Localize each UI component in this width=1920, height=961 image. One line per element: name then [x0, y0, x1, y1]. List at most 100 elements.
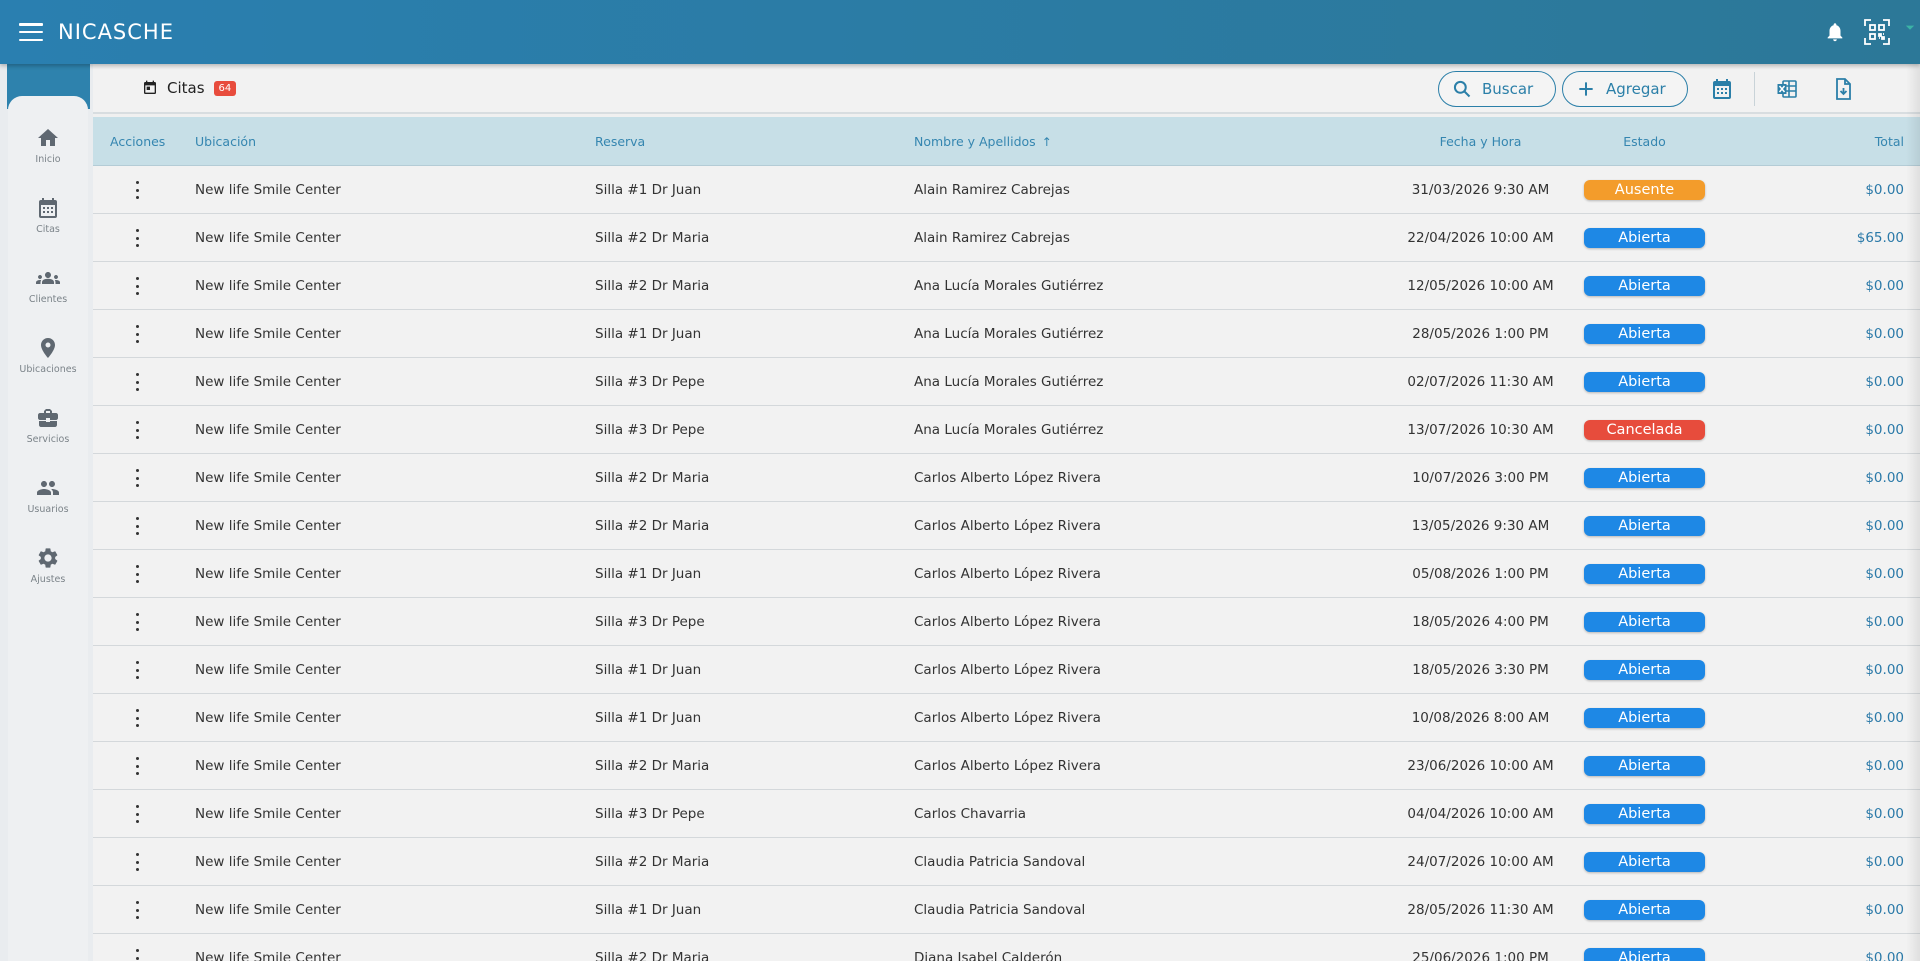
status-badge[interactable]: Abierta [1584, 516, 1705, 536]
row-actions-menu-icon[interactable] [135, 613, 139, 631]
row-actions-menu-icon[interactable] [135, 853, 139, 871]
sidebar-item-citas[interactable]: Citas [8, 196, 88, 256]
table-row[interactable]: New life Smile Center Silla #2 Dr Maria An… [93, 262, 1920, 310]
row-actions-menu-icon[interactable] [135, 325, 139, 343]
table-row[interactable]: New life Smile Center Silla #2 Dr Maria Ca… [93, 454, 1920, 502]
status-badge[interactable]: Ausente [1584, 180, 1705, 200]
user-menu[interactable] [1900, 0, 1920, 64]
table-row[interactable]: New life Smile Center Silla #2 Dr Maria Cl… [93, 838, 1920, 886]
calendar-view-icon[interactable] [1710, 77, 1734, 101]
sidebar-item-usuarios[interactable]: Usuarios [8, 476, 88, 536]
sidebar-item-inicio[interactable]: Inicio [8, 126, 88, 186]
status-badge[interactable]: Abierta [1584, 852, 1705, 872]
status-badge[interactable]: Abierta [1584, 276, 1705, 296]
sidebar-item-ubicaciones[interactable]: Ubicaciones [8, 336, 88, 396]
status-badge[interactable]: Abierta [1584, 468, 1705, 488]
status-badge[interactable]: Abierta [1584, 756, 1705, 776]
column-header-datetime[interactable]: Fecha y Hora [1393, 117, 1568, 166]
status-badge[interactable]: Cancelada [1584, 420, 1705, 440]
status-badge[interactable]: Abierta [1584, 228, 1705, 248]
cell-total: $0.00 [1865, 710, 1904, 726]
table-row[interactable]: New life Smile Center Silla #2 Dr Maria Al… [93, 214, 1920, 262]
sidebar-item-clientes[interactable]: Clientes [8, 266, 88, 326]
table-row[interactable]: New life Smile Center Silla #1 Dr Juan Car… [93, 646, 1920, 694]
sidebar-item-ajustes[interactable]: Ajustes [8, 546, 88, 606]
status-badge[interactable]: Abierta [1584, 564, 1705, 584]
status-badge[interactable]: Abierta [1584, 948, 1705, 961]
calendar-icon [39, 198, 57, 218]
cell-location: New life Smile Center [195, 470, 341, 486]
table-row[interactable]: New life Smile Center Silla #3 Dr Pepe Ana… [93, 406, 1920, 454]
sidebar-item-label: Citas [36, 224, 60, 235]
row-actions-menu-icon[interactable] [135, 517, 139, 535]
table-row[interactable]: New life Smile Center Silla #1 Dr Juan Car… [93, 550, 1920, 598]
excel-export-icon[interactable] [1775, 77, 1799, 101]
column-header-total[interactable]: Total [1875, 117, 1904, 166]
briefcase-icon [38, 409, 58, 427]
search-button-label: Buscar [1482, 80, 1534, 98]
table-row[interactable]: New life Smile Center Silla #3 Dr Pepe Car… [93, 598, 1920, 646]
table-row[interactable]: New life Smile Center Silla #3 Dr Pepe Car… [93, 790, 1920, 838]
column-header-booking[interactable]: Reserva [595, 117, 645, 166]
menu-icon[interactable] [19, 23, 43, 41]
row-actions-menu-icon[interactable] [135, 469, 139, 487]
row-actions-menu-icon[interactable] [135, 901, 139, 919]
table-row[interactable]: New life Smile Center Silla #1 Dr Juan Ana… [93, 310, 1920, 358]
bell-icon[interactable] [1824, 21, 1846, 43]
row-actions-menu-icon[interactable] [135, 277, 139, 295]
row-actions-menu-icon[interactable] [135, 373, 139, 391]
cell-datetime: 10/07/2026 3:00 PM [1412, 470, 1549, 486]
row-actions-menu-icon[interactable] [135, 181, 139, 199]
status-badge[interactable]: Abierta [1584, 708, 1705, 728]
column-header-location[interactable]: Ubicación [195, 117, 256, 166]
qr-scan-icon[interactable] [1864, 19, 1890, 45]
cell-datetime: 22/04/2026 10:00 AM [1407, 230, 1554, 246]
table-row[interactable]: New life Smile Center Silla #3 Dr Pepe Ana… [93, 358, 1920, 406]
cell-booking: Silla #3 Dr Pepe [595, 422, 705, 438]
cell-location: New life Smile Center [195, 422, 341, 438]
clients-icon [36, 272, 60, 284]
cell-location: New life Smile Center [195, 230, 341, 246]
row-actions-menu-icon[interactable] [135, 805, 139, 823]
cell-total: $0.00 [1865, 662, 1904, 678]
column-header-name[interactable]: Nombre y Apellidos ↑ [914, 117, 1052, 166]
cell-name: Carlos Alberto López Rivera [914, 470, 1101, 486]
add-button[interactable]: Agregar [1562, 71, 1688, 107]
column-header-name-label: Nombre y Apellidos [914, 134, 1036, 149]
column-header-status[interactable]: Estado [1584, 117, 1705, 166]
cell-location: New life Smile Center [195, 854, 341, 870]
cell-location: New life Smile Center [195, 950, 341, 961]
search-button[interactable]: Buscar [1438, 71, 1556, 107]
cell-booking: Silla #3 Dr Pepe [595, 806, 705, 822]
column-header-actions: Acciones [110, 134, 166, 149]
status-badge[interactable]: Abierta [1584, 804, 1705, 824]
table-row[interactable]: New life Smile Center Silla #1 Dr Juan Car… [93, 694, 1920, 742]
sidebar-item-servicios[interactable]: Servicios [8, 406, 88, 466]
status-badge[interactable]: Abierta [1584, 324, 1705, 344]
status-badge[interactable]: Abierta [1584, 372, 1705, 392]
row-actions-menu-icon[interactable] [135, 709, 139, 727]
table-header: Acciones Ubicación Reserva Nombre y Apel… [93, 117, 1920, 166]
row-actions-menu-icon[interactable] [135, 565, 139, 583]
cell-name: Carlos Alberto López Rivera [914, 566, 1101, 582]
cell-booking: Silla #2 Dr Maria [595, 518, 710, 534]
row-actions-menu-icon[interactable] [135, 661, 139, 679]
cell-datetime: 18/05/2026 3:30 PM [1412, 662, 1549, 678]
table-row[interactable]: New life Smile Center Silla #2 Dr Maria Ca… [93, 502, 1920, 550]
row-actions-menu-icon[interactable] [135, 757, 139, 775]
pdf-export-icon[interactable] [1831, 77, 1855, 101]
row-actions-menu-icon[interactable] [135, 229, 139, 247]
status-badge[interactable]: Abierta [1584, 612, 1705, 632]
cell-name: Carlos Alberto López Rivera [914, 758, 1101, 774]
row-actions-menu-icon[interactable] [135, 949, 139, 961]
status-badge[interactable]: Abierta [1584, 660, 1705, 680]
table-row[interactable]: New life Smile Center Silla #2 Dr Maria Ca… [93, 742, 1920, 790]
table-row[interactable]: New life Smile Center Silla #1 Dr Juan Ala… [93, 166, 1920, 214]
table-row[interactable]: New life Smile Center Silla #2 Dr Maria Di… [93, 934, 1920, 961]
sidebar-item-label: Clientes [28, 294, 68, 305]
cell-name: Carlos Alberto López Rivera [914, 662, 1101, 678]
table-row[interactable]: New life Smile Center Silla #1 Dr Juan Cla… [93, 886, 1920, 934]
status-badge[interactable]: Abierta [1584, 900, 1705, 920]
row-actions-menu-icon[interactable] [135, 421, 139, 439]
cell-datetime: 10/08/2026 8:00 AM [1411, 710, 1550, 726]
